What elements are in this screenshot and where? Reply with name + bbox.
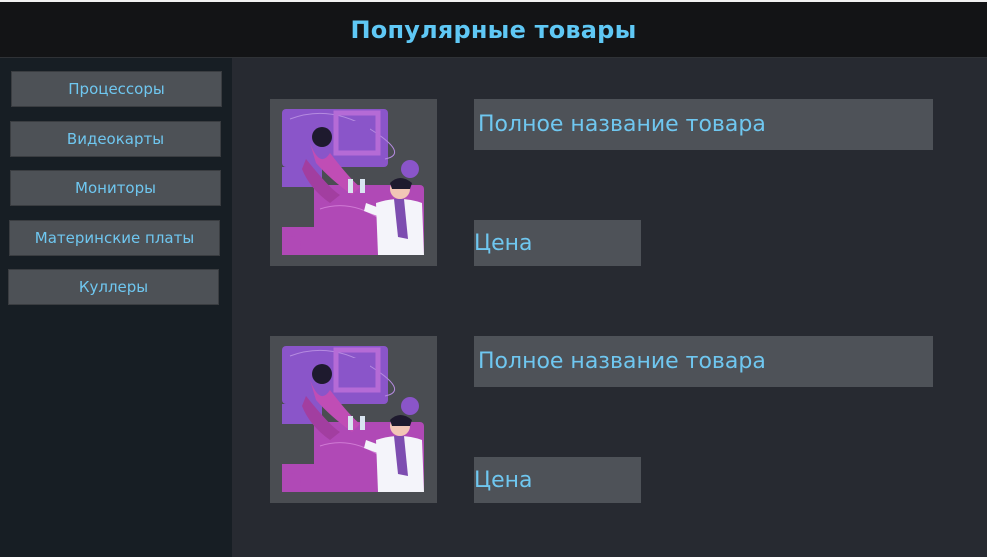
product-card[interactable]: Полное название товара Цена [270,99,935,267]
sidebar-item-monitors[interactable]: Мониторы [10,170,221,206]
product-image[interactable] [270,336,437,503]
sidebar: Процессоры Видеокарты Мониторы Материнск… [0,58,232,557]
product-name[interactable]: Полное название товара [474,99,933,150]
app-window: Популярные товары Процессоры Видеокарты … [0,2,987,557]
sidebar-item-coolers[interactable]: Куллеры [8,269,219,305]
sidebar-item-processors[interactable]: Процессоры [11,71,222,107]
page-title: Популярные товары [350,15,637,44]
product-price: Цена [474,220,641,266]
sidebar-item-motherboards[interactable]: Материнские платы [9,220,220,256]
page-header: Популярные товары [0,2,987,58]
product-name[interactable]: Полное название товара [474,336,933,387]
people-toasting-icon [270,99,437,266]
product-card[interactable]: Полное название товара Цена [270,336,935,504]
sidebar-item-videocards[interactable]: Видеокарты [10,121,221,157]
product-list: Полное название товара Цена Полное назва… [232,58,987,557]
product-price: Цена [474,457,641,503]
product-image[interactable] [270,99,437,266]
people-toasting-icon [270,336,437,503]
